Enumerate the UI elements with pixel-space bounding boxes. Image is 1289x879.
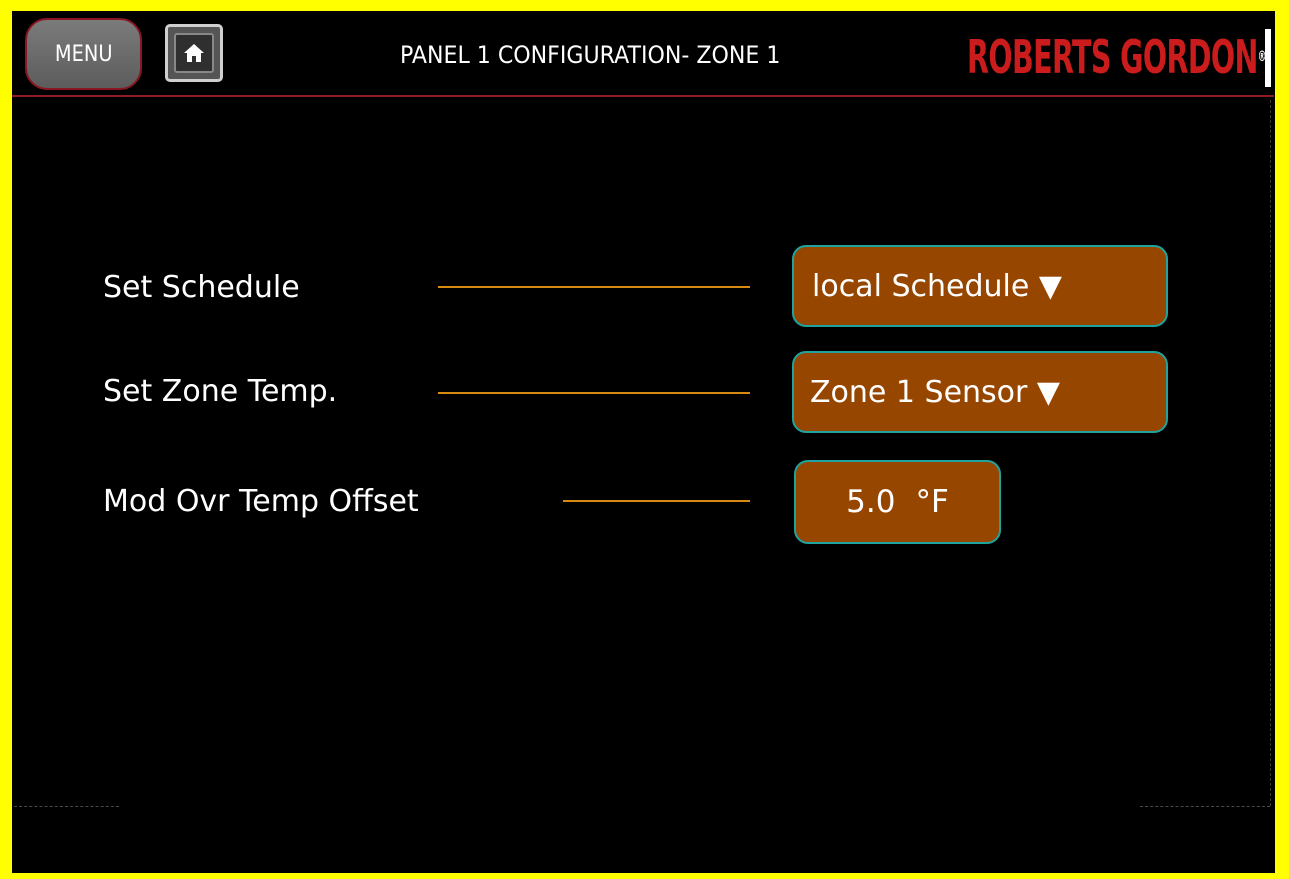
set-schedule-label: Set Schedule — [103, 270, 300, 305]
home-button[interactable] — [165, 24, 223, 82]
screen-frame — [0, 0, 1289, 879]
menu-button[interactable]: MENU — [25, 18, 142, 90]
set-zone-temp-connector — [438, 392, 750, 394]
set-zone-temp-label: Set Zone Temp. — [103, 374, 338, 409]
set-schedule-connector — [438, 286, 750, 288]
logo-edge — [1265, 29, 1271, 87]
schedule-select[interactable]: local Schedule ▼ — [792, 245, 1168, 327]
temp-offset-unit: °F — [915, 484, 949, 520]
temp-offset-value: 5.0 — [846, 484, 896, 520]
guide-line-right — [1140, 806, 1270, 807]
schedule-select-value: local Schedule ▼ — [812, 268, 1062, 304]
temp-offset-field[interactable]: 5.0 °F — [794, 460, 1001, 544]
brand-logo: ROBERTS GORDON® — [967, 29, 1266, 85]
brand-logo-text: ROBERTS GORDON — [967, 30, 1258, 84]
menu-button-label: MENU — [54, 41, 113, 67]
page-title: PANEL 1 CONFIGURATION- ZONE 1 — [400, 41, 781, 69]
guide-line-vertical — [1270, 100, 1271, 806]
zone-temp-select[interactable]: Zone 1 Sensor ▼ — [792, 351, 1168, 433]
header-bar: MENU PANEL 1 CONFIGURATION- ZONE 1 ROBER… — [12, 11, 1274, 97]
zone-temp-select-value: Zone 1 Sensor ▼ — [810, 374, 1060, 410]
guide-line-left — [14, 806, 119, 807]
mod-ovr-temp-offset-connector — [563, 500, 750, 502]
mod-ovr-temp-offset-label: Mod Ovr Temp Offset — [103, 484, 419, 519]
home-icon — [174, 33, 214, 73]
